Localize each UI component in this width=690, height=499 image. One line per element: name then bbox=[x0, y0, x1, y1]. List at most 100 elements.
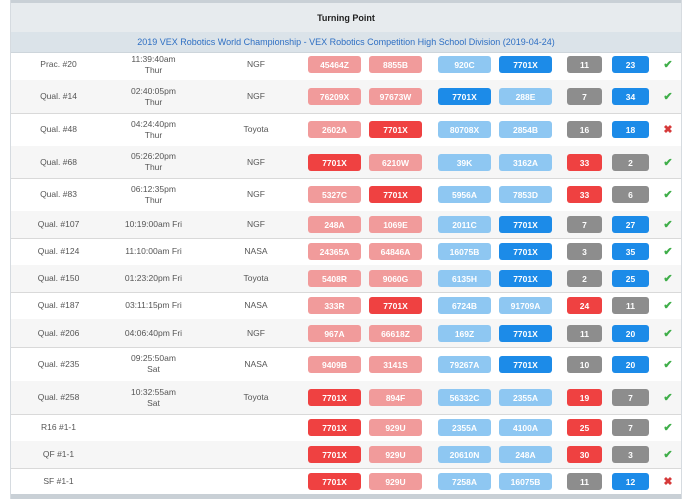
match-time-line2: Thur bbox=[144, 162, 163, 172]
match-time-line1: 06:12:35pm bbox=[131, 183, 176, 194]
blue-team-2[interactable]: 7701X bbox=[499, 56, 552, 73]
red-team-1[interactable]: 45464Z bbox=[308, 56, 361, 73]
red-team-1[interactable]: 7701X bbox=[308, 389, 361, 406]
red-team-1[interactable]: 76209X bbox=[308, 88, 361, 105]
blue-score: 7 bbox=[612, 389, 649, 406]
red-team-2[interactable]: 7701X bbox=[369, 297, 422, 314]
match-name: Qual. #83 bbox=[40, 189, 77, 199]
blue-team-1[interactable]: 16075B bbox=[438, 243, 491, 260]
red-team-2[interactable]: 7701X bbox=[369, 121, 422, 138]
blue-team-2[interactable]: 7701X bbox=[499, 243, 552, 260]
red-score: 7 bbox=[567, 216, 602, 233]
blue-team-2[interactable]: 288E bbox=[499, 88, 552, 105]
match-field: Toyota bbox=[243, 273, 269, 283]
blue-team-1[interactable]: 2355A bbox=[438, 419, 491, 436]
blue-team-1[interactable]: 7701X bbox=[438, 88, 491, 105]
blue-team-2[interactable]: 4100A bbox=[499, 419, 552, 436]
blue-team-2[interactable]: 7701X bbox=[499, 325, 552, 342]
win-check-icon: ✔ bbox=[663, 327, 673, 340]
blue-team-1[interactable]: 6135H bbox=[438, 270, 491, 287]
blue-team-2[interactable]: 2355A bbox=[499, 389, 552, 406]
table-row: Qual. #48 04:24:40pm Thur Toyota 2602A 7701X 8… bbox=[11, 113, 681, 147]
red-score: 30 bbox=[567, 446, 602, 463]
match-time-line1: 10:32:55am bbox=[131, 386, 176, 397]
blue-team-2[interactable]: 91709A bbox=[499, 297, 552, 314]
match-field: NASA bbox=[244, 300, 268, 310]
blue-team-1[interactable]: 80708X bbox=[438, 121, 491, 138]
blue-team-2[interactable]: 3162A bbox=[499, 154, 552, 171]
blue-team-2[interactable]: 7853D bbox=[499, 186, 552, 203]
blue-team-1[interactable]: 920C bbox=[438, 56, 491, 73]
match-time-line1: 01:23:20pm Fri bbox=[124, 273, 183, 283]
red-team-2[interactable]: 66618Z bbox=[369, 325, 422, 342]
red-team-2[interactable]: 8855B bbox=[369, 56, 422, 73]
red-team-2[interactable]: 929U bbox=[369, 419, 422, 436]
red-team-1[interactable]: 967A bbox=[308, 325, 361, 342]
blue-team-1[interactable]: 5956A bbox=[438, 186, 491, 203]
red-score: 16 bbox=[567, 121, 602, 138]
blue-team-2[interactable]: 7701X bbox=[499, 356, 552, 373]
blue-team-1[interactable]: 2011C bbox=[438, 216, 491, 233]
match-time: 04:06:40pm Fri bbox=[106, 319, 201, 347]
match-time-line2: Thur bbox=[144, 194, 163, 205]
match-name: R16 #1-1 bbox=[41, 422, 76, 432]
blue-team-1[interactable]: 39K bbox=[438, 154, 491, 171]
red-team-1[interactable]: 5327C bbox=[308, 186, 361, 203]
match-name: Qual. #107 bbox=[37, 219, 80, 229]
blue-team-1[interactable]: 79267A bbox=[438, 356, 491, 373]
red-team-2[interactable]: 97673W bbox=[369, 88, 422, 105]
match-time: 11:10:00am Fri bbox=[106, 238, 201, 265]
match-name: Qual. #48 bbox=[40, 124, 77, 134]
match-time: 05:26:20pm Thur bbox=[106, 146, 201, 178]
red-team-1[interactable]: 24365A bbox=[308, 243, 361, 260]
red-team-2[interactable]: 929U bbox=[369, 473, 422, 490]
red-team-1[interactable]: 7701X bbox=[308, 419, 361, 436]
win-check-icon: ✔ bbox=[663, 392, 673, 404]
blue-team-1[interactable]: 6724B bbox=[438, 297, 491, 314]
red-team-2[interactable]: 1069E bbox=[369, 216, 422, 233]
match-field: Toyota bbox=[243, 392, 269, 402]
blue-score: 6 bbox=[612, 186, 649, 203]
win-check-icon: ✔ bbox=[663, 300, 673, 312]
red-team-1[interactable]: 248A bbox=[308, 216, 361, 233]
red-team-2[interactable]: 9060G bbox=[369, 270, 422, 287]
blue-team-2[interactable]: 7701X bbox=[499, 270, 552, 287]
match-field: Toyota bbox=[243, 124, 269, 134]
red-team-1[interactable]: 7701X bbox=[308, 446, 361, 463]
blue-team-2[interactable]: 2854B bbox=[499, 121, 552, 138]
match-name: Qual. #14 bbox=[40, 91, 77, 101]
blue-team-1[interactable]: 169Z bbox=[438, 325, 491, 342]
red-team-2[interactable]: 929U bbox=[369, 446, 422, 463]
table-row: Qual. #258 10:32:55am Sat Toyota 7701X 894F 56… bbox=[11, 381, 681, 415]
match-name: Qual. #258 bbox=[37, 392, 80, 402]
blue-score: 3 bbox=[612, 446, 649, 463]
red-team-1[interactable]: 7701X bbox=[308, 154, 361, 171]
red-team-1[interactable]: 5408R bbox=[308, 270, 361, 287]
blue-team-2[interactable]: 248A bbox=[499, 446, 552, 463]
win-check-icon: ✔ bbox=[663, 91, 673, 103]
win-check-icon: ✔ bbox=[663, 358, 673, 371]
match-time: 04:24:40pm Thur bbox=[106, 113, 201, 146]
match-name: Qual. #150 bbox=[37, 273, 80, 283]
match-time-line1: 10:19:00am Fri bbox=[124, 219, 183, 229]
match-time: 10:32:55am Sat bbox=[106, 381, 201, 414]
red-score: 3 bbox=[567, 243, 602, 260]
blue-team-2[interactable]: 16075B bbox=[499, 473, 552, 490]
blue-team-1[interactable]: 20610N bbox=[438, 446, 491, 463]
red-team-1[interactable]: 2602A bbox=[308, 121, 361, 138]
red-team-1[interactable]: 9409B bbox=[308, 356, 361, 373]
red-team-1[interactable]: 333R bbox=[308, 297, 361, 314]
red-team-2[interactable]: 894F bbox=[369, 389, 422, 406]
red-team-2[interactable]: 3141S bbox=[369, 356, 422, 373]
match-name: Qual. #235 bbox=[37, 358, 80, 369]
match-time bbox=[106, 414, 201, 441]
blue-team-1[interactable]: 7258A bbox=[438, 473, 491, 490]
red-team-2[interactable]: 6210W bbox=[369, 154, 422, 171]
red-score: 25 bbox=[567, 419, 602, 436]
red-team-2[interactable]: 64846A bbox=[369, 243, 422, 260]
blue-team-1[interactable]: 56332C bbox=[438, 389, 491, 406]
red-team-2[interactable]: 7701X bbox=[369, 186, 422, 203]
blue-team-2[interactable]: 7701X bbox=[499, 216, 552, 233]
red-score: 33 bbox=[567, 186, 602, 203]
red-team-1[interactable]: 7701X bbox=[308, 473, 361, 490]
